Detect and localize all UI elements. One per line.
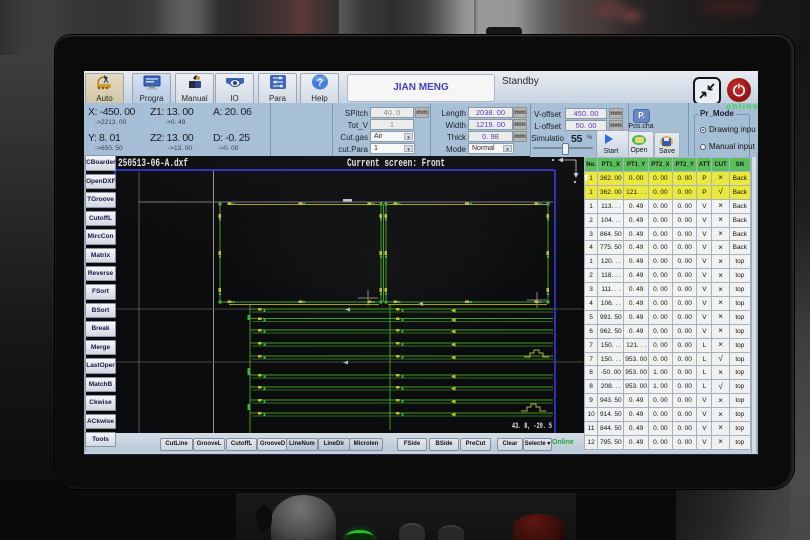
svg-text:250513-06-A.dxf: 250513-06-A.dxf: [118, 158, 188, 170]
svg-text:Current screen: Front: Current screen: Front: [347, 158, 445, 170]
svg-text:43. 8, -20. 5: 43. 8, -20. 5: [512, 421, 552, 431]
svg-text:?: ?: [316, 77, 323, 89]
